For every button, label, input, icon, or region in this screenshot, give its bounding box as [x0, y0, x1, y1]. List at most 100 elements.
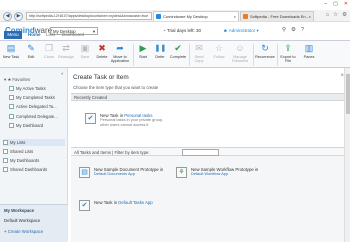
plus-icon: + — [4, 229, 7, 234]
manage-followers-button[interactable]: ☺ Manage Followers — [228, 43, 252, 63]
button-label: Start — [138, 55, 148, 59]
button-label: Recurrence — [255, 55, 275, 59]
sidebar-item-label: My Dashboard — [16, 123, 44, 128]
browser-tab-softpedia[interactable]: Softpedia - Free Downloads En... × — [240, 11, 314, 21]
panes-icon: ▥ — [304, 43, 314, 53]
button-label: Send Copy — [194, 55, 204, 63]
page-title: Create Task or Item — [73, 74, 129, 81]
reassign-button[interactable]: ⇄ Reassign — [57, 43, 75, 59]
panes-button[interactable]: ▥ Panes — [300, 43, 318, 59]
sidebar-item-shared-lists[interactable]: Shared Lists — [3, 148, 59, 155]
sidebar-item-active-delegated[interactable]: Active Delegated Ta... — [9, 103, 65, 110]
item-title-link[interactable]: Default Tasks App — [118, 200, 152, 205]
item-task-default-app[interactable]: ✔ New Task in Default Tasks App — [79, 200, 204, 212]
sidebar-item-label: Active Delegated Ta... — [16, 104, 57, 109]
sidebar-item-my-lists[interactable]: My Lists — [3, 139, 65, 146]
sidebar-item-my-active-tasks[interactable]: My Active Tasks — [9, 85, 65, 92]
item-app-link[interactable]: Default Workflow App — [191, 171, 228, 177]
tab-lists[interactable]: Lists — [46, 31, 55, 39]
edit-icon: ✎ — [27, 43, 35, 53]
button-label: Follow — [213, 55, 225, 59]
sidebar-item-label: My Lists — [10, 140, 26, 145]
item-title: New Task in Default Tasks App — [94, 200, 153, 205]
tab-home[interactable]: Home — [28, 31, 41, 39]
close-tab-icon[interactable]: × — [309, 12, 311, 21]
button-label: Reassign — [58, 55, 74, 59]
clone-button[interactable]: ❐ Clone — [40, 43, 58, 59]
move-to-application-button[interactable]: ➦ Move to Application — [108, 43, 132, 63]
complete-icon: ✔ — [174, 43, 182, 53]
button-label: Complete — [169, 55, 187, 59]
list-icon — [9, 114, 14, 119]
comindware-favicon-icon — [156, 14, 161, 19]
button-label: Delete — [96, 55, 108, 59]
clone-icon: ❐ — [44, 43, 54, 53]
vertical-scrollbar[interactable] — [344, 68, 350, 242]
window-controls: – ▢ ✕ — [324, 1, 348, 7]
button-label: Manage Followers — [231, 55, 249, 63]
minimize-icon[interactable]: – — [324, 1, 327, 7]
menu-button[interactable]: Menu — [4, 31, 22, 39]
send-copy-button[interactable]: ✉ Send Copy — [190, 43, 208, 63]
dashboard-icon — [3, 167, 8, 172]
collapse-sidebar-icon[interactable]: « — [61, 71, 64, 76]
reassign-icon: ⇄ — [62, 43, 70, 53]
my-workspace-title: My Workspace — [4, 208, 35, 213]
defer-button[interactable]: ❚❚ Defer — [151, 43, 169, 59]
recently-created-header: Recently Created — [71, 93, 348, 101]
start-button[interactable]: ▶ Start — [134, 43, 152, 59]
tab-dashboard[interactable]: Dashboard — [62, 31, 84, 39]
start-icon: ▶ — [139, 43, 147, 53]
favorites-star-icon[interactable]: ☆ — [333, 12, 338, 18]
new-task-button[interactable]: ▤ New Task — [2, 43, 20, 59]
favorites-group[interactable]: ▾ ★ Favorites — [4, 77, 30, 83]
list-icon — [9, 86, 14, 91]
send-copy-icon: ✉ — [195, 43, 203, 53]
task-type-icon: ✔ — [79, 200, 90, 211]
sidebar-item-shared-dashboards[interactable]: Shared Dashboards — [3, 166, 59, 173]
edit-button[interactable]: ✎ Edit — [22, 43, 40, 59]
back-arrow-icon[interactable]: ◀ — [3, 12, 12, 21]
item-app-link[interactable]: Default Documents App — [94, 171, 135, 177]
settings-gear-icon[interactable]: ⚙ — [342, 12, 347, 18]
recurrence-button[interactable]: ↻ Recurrence — [254, 43, 276, 59]
browser-tab-comindware[interactable]: Comindware My Desktop × — [153, 11, 239, 21]
item-type-filter-input[interactable] — [182, 149, 219, 156]
dashboard-icon — [3, 158, 8, 163]
sidebar-item-label: My Completed Tasks — [16, 95, 55, 100]
dashboard-icon — [9, 123, 14, 128]
followers-icon: ☺ — [235, 43, 245, 53]
browser-title-bar: – ▢ ✕ — [0, 0, 350, 10]
document-icon: ▤ — [79, 167, 90, 178]
sidebar-item-label: Completed Delegate... — [16, 114, 58, 119]
softpedia-favicon-icon — [243, 14, 248, 19]
follow-icon: ☆ — [214, 43, 224, 53]
default-workspace[interactable]: Default Workspace — [4, 218, 40, 223]
create-workspace-button[interactable]: + Create Workspace — [4, 229, 43, 234]
move-icon: ➦ — [116, 43, 124, 53]
button-label: Panes — [303, 55, 315, 59]
sidebar-item-my-dashboard[interactable]: My Dashboard — [9, 122, 65, 129]
forward-arrow-icon[interactable]: ▶ — [14, 12, 23, 21]
close-window-icon[interactable]: ✕ — [344, 1, 348, 7]
follow-button[interactable]: ☆ Follow — [210, 43, 228, 59]
export-to-file-button[interactable]: ⇪ Export to File — [278, 43, 298, 63]
close-tab-icon[interactable]: × — [234, 12, 236, 21]
workspace-panel: My Workspace Default Workspace + Create … — [0, 204, 68, 242]
save-button[interactable]: ▣ Save — [76, 43, 94, 59]
list-icon — [9, 104, 14, 109]
delete-icon: ✖ — [98, 43, 106, 53]
sidebar-item-label: Shared Lists — [10, 149, 34, 154]
sidebar-item-completed-delegated[interactable]: Completed Delegate... — [9, 113, 65, 120]
scrollbar-thumb[interactable] — [346, 74, 350, 114]
home-icon[interactable]: ⌂ — [326, 12, 329, 18]
recent-item-personal-tasks[interactable]: ✔ New Task in Personal tasks Personal ta… — [85, 113, 205, 131]
complete-button[interactable]: ✔ Complete — [168, 43, 188, 59]
sidebar-item-my-dashboards[interactable]: My Dashboards — [3, 157, 59, 164]
item-workflow-prototype[interactable]: ⚘ New Sample Workflow Prototype in Defau… — [176, 167, 301, 181]
item-title-prefix: New Task in — [94, 200, 119, 205]
address-bar[interactable]: http://softpedia-12f:8107/apps/desktop#c… — [26, 12, 152, 20]
maximize-icon[interactable]: ▢ — [333, 1, 338, 7]
sidebar-item-my-completed-tasks[interactable]: My Completed Tasks — [9, 94, 65, 101]
list-icon — [3, 149, 8, 154]
